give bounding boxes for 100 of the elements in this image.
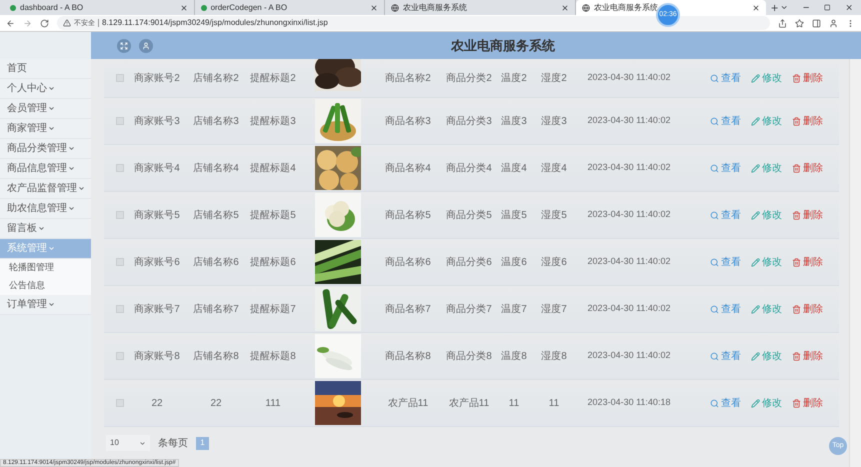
pencil-icon xyxy=(751,210,760,220)
table-cell-text: 111 xyxy=(265,396,281,410)
page-size-select[interactable]: 10 xyxy=(106,435,150,451)
table-cell-text: 商品名称5 xyxy=(385,208,431,222)
globe-icon xyxy=(582,4,590,12)
profile-icon[interactable] xyxy=(829,18,838,28)
table-cell-text: 温度2 xyxy=(501,72,527,86)
back-icon[interactable] xyxy=(6,18,15,28)
favicon-icon xyxy=(200,4,207,10)
sidebar-item[interactable]: 订单管理 xyxy=(0,295,91,315)
row-checkbox[interactable] xyxy=(116,352,124,360)
table-cell-text: 湿度5 xyxy=(541,208,567,222)
close-icon[interactable] xyxy=(180,4,188,12)
delete-link[interactable]: 删除 xyxy=(792,208,823,222)
edit-link[interactable]: 修改 xyxy=(751,208,782,222)
table-cell-text: 11 xyxy=(508,396,520,410)
chevron-down-icon[interactable] xyxy=(780,3,788,12)
trash-icon xyxy=(792,352,801,360)
close-icon[interactable] xyxy=(370,4,378,12)
sidebar-item[interactable]: 会员管理 xyxy=(0,99,91,119)
table-cell-text: 湿度2 xyxy=(541,72,567,86)
side-panel-icon[interactable] xyxy=(812,18,821,28)
row-checkbox[interactable] xyxy=(116,305,124,313)
globe-icon xyxy=(391,4,400,12)
table-cell-text: 22 xyxy=(210,396,222,410)
search-icon xyxy=(710,398,719,408)
star-icon[interactable] xyxy=(795,18,804,28)
delete-link[interactable]: 删除 xyxy=(792,396,823,410)
table-cell-text: 提醒标题6 xyxy=(250,256,296,270)
trash-icon xyxy=(792,210,801,220)
edit-link[interactable]: 修改 xyxy=(751,348,782,364)
row-checkbox[interactable] xyxy=(116,164,124,172)
table-cell-text: 湿度3 xyxy=(541,114,567,128)
delete-link[interactable]: 删除 xyxy=(792,114,823,128)
table-cell-text: 湿度4 xyxy=(541,162,567,176)
sidebar-item[interactable]: 农产品监督管理 xyxy=(0,179,91,199)
view-link[interactable]: 查看 xyxy=(710,302,741,316)
edit-link[interactable]: 修改 xyxy=(751,114,782,128)
sidebar-item[interactable]: 商品信息管理 xyxy=(0,159,91,179)
table-cell-text: 2023-04-30 11:40:02 xyxy=(588,349,670,362)
url-text: 8.129.11.174:9014/jspm30249/jsp/modules/zhunongxinxi/list.jsp xyxy=(102,19,328,27)
sidebar-item[interactable]: 系统管理 xyxy=(0,239,91,259)
view-link[interactable]: 查看 xyxy=(710,70,741,86)
chevron-down-icon xyxy=(139,440,146,446)
table-cell-text: 店铺名称8 xyxy=(193,350,239,364)
close-icon[interactable] xyxy=(844,3,853,12)
row-checkbox[interactable] xyxy=(116,211,124,219)
close-icon[interactable] xyxy=(560,4,569,12)
table-cell-text: 湿度6 xyxy=(541,256,567,270)
delete-link[interactable]: 删除 xyxy=(792,160,823,176)
edit-link[interactable]: 修改 xyxy=(751,160,782,176)
edit-link[interactable]: 修改 xyxy=(751,70,782,86)
row-checkbox[interactable] xyxy=(116,399,124,407)
table-cell-text: 2023-04-30 11:40:02 xyxy=(588,302,670,316)
share-icon[interactable] xyxy=(778,18,787,28)
view-link[interactable]: 查看 xyxy=(710,348,741,364)
delete-link[interactable]: 删除 xyxy=(792,348,823,364)
search-icon xyxy=(710,116,719,126)
delete-link[interactable]: 删除 xyxy=(792,254,823,270)
view-link[interactable]: 查看 xyxy=(710,208,741,222)
table-cell-text: 商品分类6 xyxy=(446,256,492,270)
table-cell-text: 商家账号4 xyxy=(134,162,180,176)
table-cell-text: 温度7 xyxy=(501,302,527,316)
trash-icon xyxy=(792,398,801,408)
view-link[interactable]: 查看 xyxy=(710,160,741,176)
table-cell-text: 商品分类4 xyxy=(446,162,492,176)
view-link[interactable]: 查看 xyxy=(710,114,741,128)
edit-link[interactable]: 修改 xyxy=(751,254,782,270)
new-tab-icon[interactable] xyxy=(770,3,780,13)
maximize-icon[interactable] xyxy=(824,4,831,11)
sidebar-item[interactable]: 个人中心 xyxy=(0,79,91,99)
reload-icon[interactable] xyxy=(40,18,49,28)
view-link[interactable]: 查看 xyxy=(710,254,741,270)
row-checkbox[interactable] xyxy=(116,74,124,82)
app-title: 农业电商服务系统 xyxy=(451,36,555,55)
sidebar-subitem[interactable]: 轮播图管理 xyxy=(0,259,91,277)
delete-link[interactable]: 删除 xyxy=(792,70,823,86)
edit-link[interactable]: 修改 xyxy=(751,396,782,410)
page-button[interactable]: 1 xyxy=(196,436,209,450)
tab-title: 农业电商服务系统 xyxy=(594,4,659,12)
table-cell-text: 2023-04-30 11:40:02 xyxy=(588,161,670,174)
delete-link[interactable]: 删除 xyxy=(792,302,823,316)
row-checkbox[interactable] xyxy=(116,117,124,125)
sidebar-item[interactable]: 商品分类管理 xyxy=(0,139,91,159)
sidebar-item[interactable]: 首页 xyxy=(0,59,91,79)
sidebar-item[interactable]: 助农信息管理 xyxy=(0,199,91,219)
table-cell-text: 商家账号7 xyxy=(134,302,180,316)
sidebar-subitem[interactable]: 公告信息 xyxy=(0,277,91,295)
user-icon[interactable] xyxy=(139,38,153,52)
edit-link[interactable]: 修改 xyxy=(751,302,782,316)
table-cell-text: 商品名称4 xyxy=(385,162,431,176)
row-checkbox[interactable] xyxy=(116,258,124,266)
sidebar-item[interactable]: 商家管理 xyxy=(0,119,91,139)
table-cell-text: 2023-04-30 11:40:02 xyxy=(588,255,670,268)
table-cell-text: 农产品11 xyxy=(448,396,490,410)
fullscreen-icon[interactable] xyxy=(117,38,131,52)
close-icon[interactable] xyxy=(752,4,760,12)
view-link[interactable]: 查看 xyxy=(710,396,741,410)
trash-icon xyxy=(792,258,801,266)
search-icon xyxy=(710,258,719,266)
